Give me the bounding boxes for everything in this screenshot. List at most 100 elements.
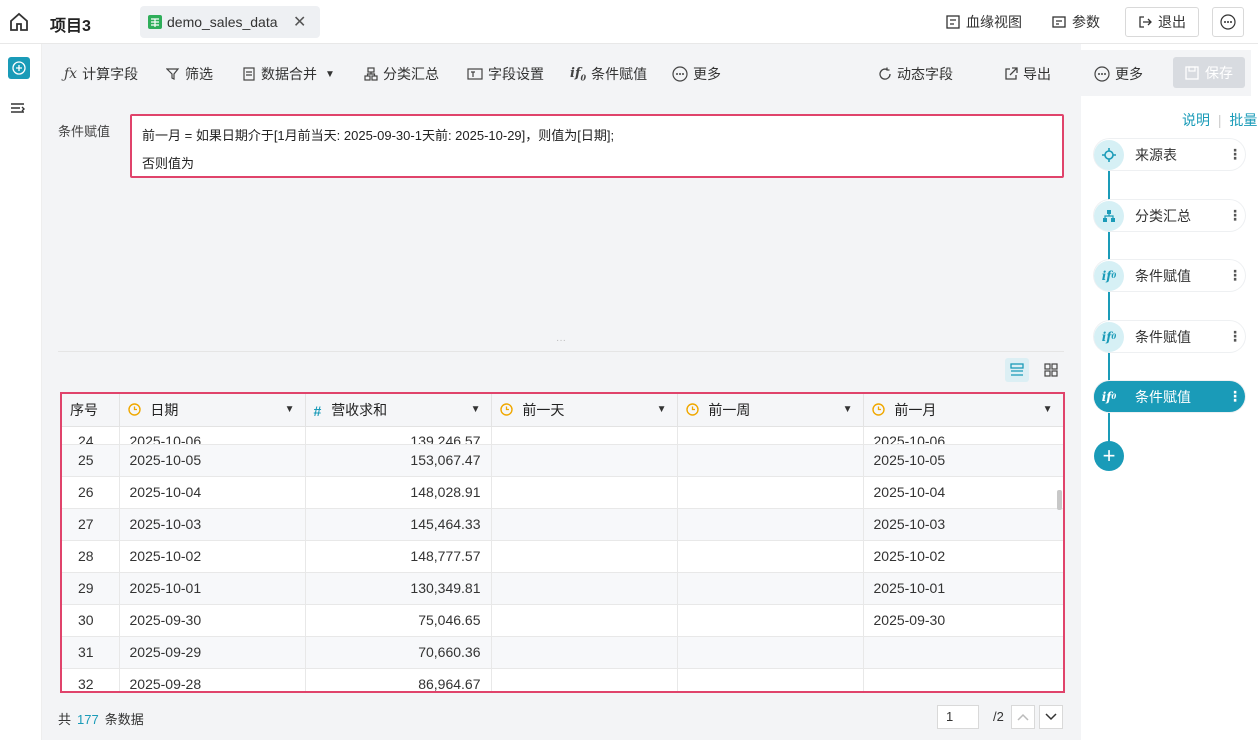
dropdown-arrow-icon[interactable]: ▼ (843, 404, 853, 415)
table-cell[interactable] (677, 668, 864, 691)
column-header-prev-week[interactable]: 前一周 ▼ (677, 394, 864, 427)
table-cell[interactable]: 2025-10-06 (863, 426, 1063, 445)
table-cell[interactable]: 29 (62, 572, 120, 605)
table-view-button[interactable] (1005, 358, 1029, 382)
kebab-menu-icon[interactable]: ⋮ (1225, 388, 1245, 405)
flow-node-source[interactable]: 来源表 ⋮ (1094, 139, 1245, 170)
dropdown-arrow-icon[interactable]: ▼ (285, 404, 295, 415)
table-cell[interactable] (677, 604, 864, 637)
params-button[interactable]: 参数 (1052, 8, 1100, 36)
table-cell[interactable]: 28 (62, 540, 120, 573)
scrollbar-thumb[interactable] (1057, 490, 1062, 510)
table-cell[interactable] (863, 636, 1063, 669)
column-header-date[interactable]: 日期 ▼ (119, 394, 306, 427)
export-button[interactable]: 导出 (1004, 64, 1051, 84)
table-cell[interactable] (677, 572, 864, 605)
table-cell[interactable] (677, 508, 864, 541)
conditional-assign-button[interactable]: if0 条件赋值 (570, 64, 647, 84)
table-cell[interactable]: 70,660.36 (305, 636, 492, 669)
table-cell[interactable]: 2025-10-04 (119, 476, 306, 509)
exit-button[interactable]: 退出 (1125, 7, 1199, 37)
table-cell[interactable]: 27 (62, 508, 120, 541)
table-cell[interactable] (677, 426, 864, 445)
next-page-button[interactable] (1039, 705, 1063, 729)
field-settings-button[interactable]: 字段设置 (467, 64, 544, 84)
table-cell[interactable] (491, 508, 678, 541)
table-cell[interactable]: 2025-10-03 (863, 508, 1063, 541)
grid-view-button[interactable] (1039, 358, 1063, 382)
table-cell[interactable] (491, 426, 678, 445)
table-cell[interactable]: 2025-10-01 (863, 572, 1063, 605)
table-cell[interactable] (677, 636, 864, 669)
add-step-icon[interactable] (8, 57, 30, 79)
table-cell[interactable]: 2025-09-29 (119, 636, 306, 669)
resize-handle[interactable]: ··· (556, 335, 566, 346)
table-cell[interactable]: 148,028.91 (305, 476, 492, 509)
table-cell[interactable]: 30 (62, 604, 120, 637)
home-icon[interactable] (8, 11, 30, 33)
dynamic-field-button[interactable]: 动态字段 (878, 64, 953, 84)
table-cell[interactable]: 31 (62, 636, 120, 669)
table-cell[interactable]: 2025-10-06 (119, 426, 306, 445)
kebab-menu-icon[interactable]: ⋮ (1225, 146, 1245, 163)
batch-link[interactable]: 批量 (1229, 112, 1257, 128)
calc-field-button[interactable]: ƒx 计算字段 (64, 64, 138, 84)
more-options-button[interactable] (1212, 7, 1244, 37)
table-cell[interactable]: 26 (62, 476, 120, 509)
table-cell[interactable]: 25 (62, 444, 120, 477)
table-cell[interactable] (863, 668, 1063, 691)
flow-node-conditional-3[interactable]: if 0 条件赋值 ⋮ (1094, 381, 1245, 412)
dropdown-arrow-icon[interactable]: ▼ (471, 404, 481, 415)
table-cell[interactable]: 2025-10-01 (119, 572, 306, 605)
column-header-revenue[interactable]: # 营收求和 ▼ (305, 394, 492, 427)
table-cell[interactable] (677, 476, 864, 509)
column-header-prev-day[interactable]: 前一天 ▼ (491, 394, 678, 427)
table-cell[interactable]: 139,246.57 (305, 426, 492, 445)
table-cell[interactable]: 145,464.33 (305, 508, 492, 541)
dropdown-arrow-icon[interactable]: ▼ (657, 404, 667, 415)
more-tools-button[interactable]: 更多 (672, 64, 721, 84)
table-cell[interactable] (491, 668, 678, 691)
table-cell[interactable] (677, 444, 864, 477)
close-icon[interactable]: ✕ (293, 12, 306, 32)
table-cell[interactable] (491, 540, 678, 573)
data-merge-button[interactable]: 数据合并 ▼ (242, 64, 335, 84)
flow-node-group-summary[interactable]: 分类汇总 ⋮ (1094, 200, 1245, 231)
table-cell[interactable]: 130,349.81 (305, 572, 492, 605)
more-right-button[interactable]: 更多 (1094, 64, 1143, 84)
table-cell[interactable]: 2025-10-02 (863, 540, 1063, 573)
kebab-menu-icon[interactable]: ⋮ (1225, 267, 1245, 284)
table-cell[interactable]: 2025-09-28 (119, 668, 306, 691)
flow-node-conditional-1[interactable]: if 0 条件赋值 ⋮ (1094, 260, 1245, 291)
table-cell[interactable]: 2025-10-02 (119, 540, 306, 573)
filter-button[interactable]: 筛选 (166, 64, 213, 84)
table-cell[interactable]: 148,777.57 (305, 540, 492, 573)
table-cell[interactable] (491, 476, 678, 509)
kebab-menu-icon[interactable]: ⋮ (1225, 207, 1245, 224)
kebab-menu-icon[interactable]: ⋮ (1225, 328, 1245, 345)
column-header-prev-month[interactable]: 前一月 ▼ (863, 394, 1063, 427)
table-cell[interactable] (491, 572, 678, 605)
table-cell[interactable] (491, 636, 678, 669)
file-tab[interactable]: demo_sales_data ✕ (140, 6, 320, 38)
page-input[interactable]: 1 (937, 705, 979, 729)
prev-page-button[interactable] (1011, 705, 1035, 729)
table-cell[interactable]: 32 (62, 668, 120, 691)
dropdown-arrow-icon[interactable]: ▼ (1043, 404, 1053, 415)
table-cell[interactable] (677, 540, 864, 573)
add-node-icon[interactable]: + (1094, 441, 1124, 471)
outline-list-icon[interactable] (10, 102, 26, 116)
table-cell[interactable] (491, 604, 678, 637)
lineage-view-button[interactable]: 血缘视图 (946, 8, 1022, 36)
table-cell[interactable]: 153,067.47 (305, 444, 492, 477)
table-cell[interactable]: 2025-10-03 (119, 508, 306, 541)
table-cell[interactable]: 86,964.67 (305, 668, 492, 691)
table-cell[interactable]: 24 (62, 426, 120, 445)
flow-node-conditional-2[interactable]: if 0 条件赋值 ⋮ (1094, 321, 1245, 352)
table-cell[interactable]: 2025-10-05 (119, 444, 306, 477)
table-cell[interactable]: 2025-10-04 (863, 476, 1063, 509)
save-button[interactable]: 保存 (1173, 57, 1245, 88)
explain-link[interactable]: 说明 (1182, 112, 1210, 128)
table-cell[interactable]: 2025-09-30 (863, 604, 1063, 637)
column-header-index[interactable]: 序号 (62, 394, 120, 427)
